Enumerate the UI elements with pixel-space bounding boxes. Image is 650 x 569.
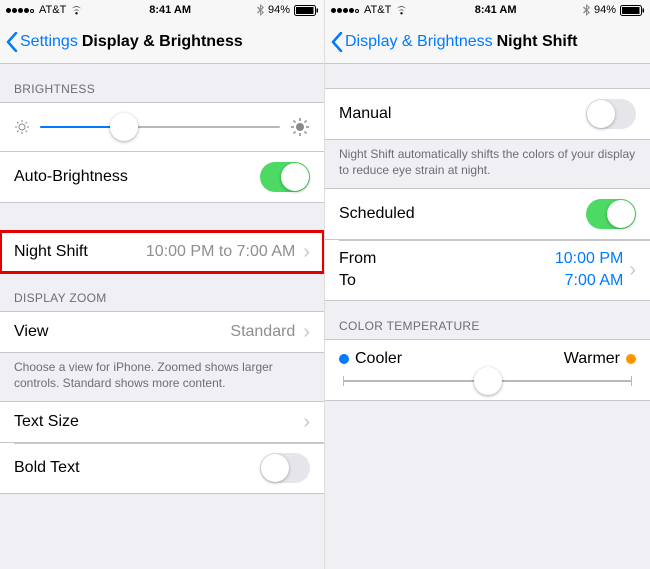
brightness-slider[interactable] bbox=[40, 126, 280, 128]
auto-brightness-toggle[interactable] bbox=[260, 162, 310, 192]
time-label: 8:41 AM bbox=[149, 4, 191, 16]
battery-pct: 94% bbox=[268, 4, 290, 16]
back-label: Settings bbox=[20, 33, 78, 51]
zoom-footer: Choose a view for iPhone. Zoomed shows l… bbox=[0, 353, 324, 401]
screen-night-shift: AT&T 8:41 AM 94% Display & Brightness bbox=[325, 0, 650, 569]
battery-icon bbox=[294, 5, 318, 16]
carrier-label: AT&T bbox=[39, 4, 66, 16]
chevron-right-icon: › bbox=[303, 242, 310, 262]
wifi-icon bbox=[395, 5, 408, 15]
time-label: 8:41 AM bbox=[475, 4, 517, 16]
cooler-dot-icon bbox=[339, 354, 349, 364]
screen-display-brightness: AT&T 8:41 AM 94% Settings Disp bbox=[0, 0, 325, 569]
text-size-label: Text Size bbox=[14, 413, 301, 431]
manual-row[interactable]: Manual bbox=[325, 88, 650, 140]
cooler-label: Cooler bbox=[355, 350, 402, 368]
manual-label: Manual bbox=[339, 105, 586, 123]
color-temperature-thumb[interactable] bbox=[474, 367, 502, 395]
signal-icon bbox=[331, 4, 360, 16]
warmer-label: Warmer bbox=[564, 350, 620, 368]
nav-bar: Settings Display & Brightness bbox=[0, 20, 324, 64]
bold-text-label: Bold Text bbox=[14, 459, 260, 477]
warmer-dot-icon bbox=[626, 354, 636, 364]
signal-icon bbox=[6, 4, 35, 16]
battery-icon bbox=[620, 5, 644, 16]
back-label: Display & Brightness bbox=[345, 33, 493, 51]
from-label: From bbox=[339, 250, 376, 268]
page-title: Night Shift bbox=[497, 33, 578, 51]
bluetooth-icon bbox=[257, 4, 264, 16]
section-header-display-zoom: DISPLAY ZOOM bbox=[0, 273, 324, 311]
chevron-left-icon bbox=[331, 32, 343, 52]
chevron-left-icon bbox=[6, 32, 18, 52]
brightness-slider-row bbox=[0, 102, 324, 151]
view-row[interactable]: View Standard › bbox=[0, 311, 324, 353]
color-temperature-row: Cooler Warmer bbox=[325, 339, 650, 401]
carrier-label: AT&T bbox=[364, 4, 391, 16]
bold-text-toggle[interactable] bbox=[260, 453, 310, 483]
from-value: 10:00 PM bbox=[555, 250, 623, 268]
page-title: Display & Brightness bbox=[82, 33, 243, 51]
night-shift-row[interactable]: Night Shift 10:00 PM to 7:00 AM › bbox=[0, 231, 324, 273]
color-temperature-slider[interactable] bbox=[343, 380, 632, 382]
night-shift-description: Night Shift automatically shifts the col… bbox=[325, 140, 650, 188]
bold-text-row[interactable]: Bold Text bbox=[0, 443, 324, 494]
scheduled-row[interactable]: Scheduled bbox=[325, 188, 650, 240]
bluetooth-icon bbox=[583, 4, 590, 16]
to-label: To bbox=[339, 272, 356, 290]
section-header-color-temp: COLOR TEMPERATURE bbox=[325, 301, 650, 339]
scheduled-label: Scheduled bbox=[339, 205, 586, 223]
auto-brightness-label: Auto-Brightness bbox=[14, 168, 260, 186]
chevron-right-icon: › bbox=[629, 260, 636, 280]
back-button[interactable]: Settings bbox=[6, 32, 78, 52]
battery-pct: 94% bbox=[594, 4, 616, 16]
text-size-row[interactable]: Text Size › bbox=[0, 401, 324, 443]
wifi-icon bbox=[70, 5, 83, 15]
view-label: View bbox=[14, 323, 230, 341]
night-shift-label: Night Shift bbox=[14, 243, 146, 261]
chevron-right-icon: › bbox=[303, 322, 310, 342]
sun-bright-icon bbox=[290, 117, 310, 137]
auto-brightness-row[interactable]: Auto-Brightness bbox=[0, 151, 324, 203]
night-shift-detail: 10:00 PM to 7:00 AM bbox=[146, 243, 295, 261]
nav-bar: Display & Brightness Night Shift bbox=[325, 20, 650, 64]
scheduled-toggle[interactable] bbox=[586, 199, 636, 229]
sun-dim-icon bbox=[14, 119, 30, 135]
to-value: 7:00 AM bbox=[565, 272, 624, 290]
back-button[interactable]: Display & Brightness bbox=[331, 32, 493, 52]
status-bar: AT&T 8:41 AM 94% bbox=[0, 0, 324, 20]
section-header-brightness: BRIGHTNESS bbox=[0, 64, 324, 102]
brightness-thumb[interactable] bbox=[110, 113, 138, 141]
chevron-right-icon: › bbox=[303, 412, 310, 432]
schedule-from-to-row[interactable]: From 10:00 PM To 7:00 AM › bbox=[325, 240, 650, 301]
view-value: Standard bbox=[230, 323, 295, 341]
status-bar: AT&T 8:41 AM 94% bbox=[325, 0, 650, 20]
manual-toggle[interactable] bbox=[586, 99, 636, 129]
